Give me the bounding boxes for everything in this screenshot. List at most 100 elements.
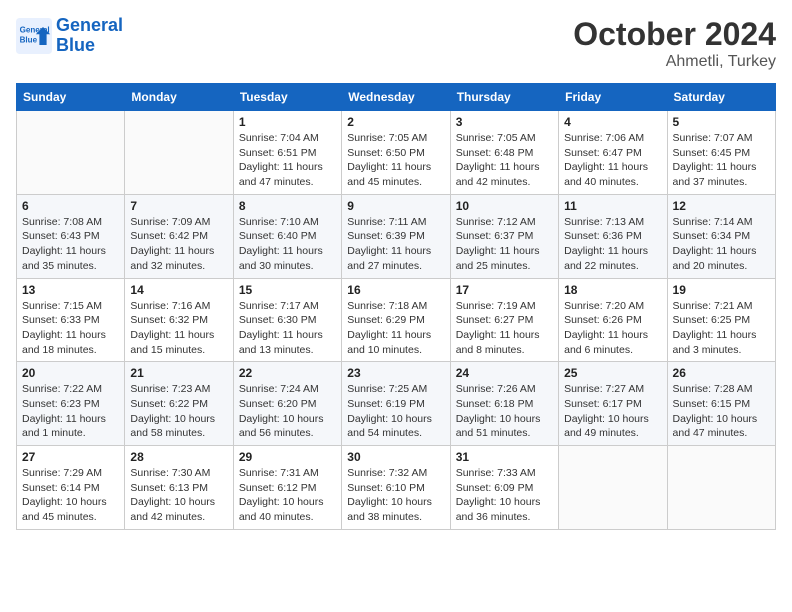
calendar-cell: 13 Sunrise: 7:15 AMSunset: 6:33 PMDayligh… — [17, 278, 125, 362]
weekday-header: Monday — [125, 84, 233, 111]
calendar-cell: 3 Sunrise: 7:05 AMSunset: 6:48 PMDaylight… — [450, 111, 558, 195]
day-number: 30 — [347, 450, 444, 464]
day-number: 1 — [239, 115, 336, 129]
day-number: 24 — [456, 366, 553, 380]
calendar-cell: 5 Sunrise: 7:07 AMSunset: 6:45 PMDaylight… — [667, 111, 775, 195]
calendar-cell: 8 Sunrise: 7:10 AMSunset: 6:40 PMDaylight… — [233, 194, 341, 278]
calendar-cell: 19 Sunrise: 7:21 AMSunset: 6:25 PMDayligh… — [667, 278, 775, 362]
day-number: 2 — [347, 115, 444, 129]
calendar-week-row: 6 Sunrise: 7:08 AMSunset: 6:43 PMDaylight… — [17, 194, 776, 278]
calendar-cell: 21 Sunrise: 7:23 AMSunset: 6:22 PMDayligh… — [125, 362, 233, 446]
day-detail: Sunrise: 7:27 AMSunset: 6:17 PMDaylight:… — [564, 382, 661, 441]
page-header: General Blue General Blue October 2024 A… — [16, 16, 776, 71]
day-detail: Sunrise: 7:08 AMSunset: 6:43 PMDaylight:… — [22, 215, 119, 274]
calendar-cell: 26 Sunrise: 7:28 AMSunset: 6:15 PMDayligh… — [667, 362, 775, 446]
calendar-cell: 30Sunrise: 7:32 AMSunset: 6:10 PMDayligh… — [342, 446, 450, 530]
day-detail: Sunrise: 7:09 AMSunset: 6:42 PMDaylight:… — [130, 215, 227, 274]
calendar-cell: 25Sunrise: 7:27 AMSunset: 6:17 PMDayligh… — [559, 362, 667, 446]
title-block: October 2024 Ahmetli, Turkey — [573, 16, 776, 71]
month-title: October 2024 — [573, 16, 776, 53]
calendar-cell: 28 Sunrise: 7:30 AMSunset: 6:13 PMDayligh… — [125, 446, 233, 530]
day-detail: Sunrise: 7:05 AMSunset: 6:48 PMDaylight:… — [456, 131, 553, 190]
day-detail: Sunrise: 7:24 AMSunset: 6:20 PMDaylight:… — [239, 382, 336, 441]
weekday-header: Tuesday — [233, 84, 341, 111]
calendar-cell: 16Sunrise: 7:18 AMSunset: 6:29 PMDayligh… — [342, 278, 450, 362]
logo: General Blue General Blue — [16, 16, 123, 56]
calendar-cell: 23 Sunrise: 7:25 AMSunset: 6:19 PMDayligh… — [342, 362, 450, 446]
calendar-cell: 6 Sunrise: 7:08 AMSunset: 6:43 PMDaylight… — [17, 194, 125, 278]
day-number: 4 — [564, 115, 661, 129]
day-number: 11 — [564, 199, 661, 213]
day-detail: Sunrise: 7:20 AMSunset: 6:26 PMDaylight:… — [564, 299, 661, 358]
day-detail: Sunrise: 7:31 AMSunset: 6:12 PMDaylight:… — [239, 466, 336, 525]
day-number: 28 — [130, 450, 227, 464]
day-number: 21 — [130, 366, 227, 380]
day-detail: Sunrise: 7:16 AMSunset: 6:32 PMDaylight:… — [130, 299, 227, 358]
day-detail: Sunrise: 7:17 AMSunset: 6:30 PMDaylight:… — [239, 299, 336, 358]
day-number: 27 — [22, 450, 119, 464]
day-number: 17 — [456, 283, 553, 297]
day-number: 15 — [239, 283, 336, 297]
weekday-header: Sunday — [17, 84, 125, 111]
day-detail: Sunrise: 7:13 AMSunset: 6:36 PMDaylight:… — [564, 215, 661, 274]
day-number: 29 — [239, 450, 336, 464]
day-detail: Sunrise: 7:07 AMSunset: 6:45 PMDaylight:… — [673, 131, 770, 190]
day-detail: Sunrise: 7:26 AMSunset: 6:18 PMDaylight:… — [456, 382, 553, 441]
weekday-header: Friday — [559, 84, 667, 111]
day-number: 3 — [456, 115, 553, 129]
calendar-week-row: 27Sunrise: 7:29 AMSunset: 6:14 PMDayligh… — [17, 446, 776, 530]
day-detail: Sunrise: 7:14 AMSunset: 6:34 PMDaylight:… — [673, 215, 770, 274]
calendar-week-row: 13 Sunrise: 7:15 AMSunset: 6:33 PMDayligh… — [17, 278, 776, 362]
day-detail: Sunrise: 7:25 AMSunset: 6:19 PMDaylight:… — [347, 382, 444, 441]
location: Ahmetli, Turkey — [573, 53, 776, 71]
day-detail: Sunrise: 7:33 AMSunset: 6:09 PMDaylight:… — [456, 466, 553, 525]
calendar-week-row: 20 Sunrise: 7:22 AMSunset: 6:23 PMDayligh… — [17, 362, 776, 446]
day-number: 19 — [673, 283, 770, 297]
calendar-cell: 2Sunrise: 7:05 AMSunset: 6:50 PMDaylight… — [342, 111, 450, 195]
day-number: 7 — [130, 199, 227, 213]
logo-icon: General Blue — [16, 18, 52, 54]
calendar-cell — [559, 446, 667, 530]
calendar-cell: 1 Sunrise: 7:04 AMSunset: 6:51 PMDaylight… — [233, 111, 341, 195]
day-detail: Sunrise: 7:19 AMSunset: 6:27 PMDaylight:… — [456, 299, 553, 358]
logo-blue: Blue — [56, 36, 123, 56]
day-number: 20 — [22, 366, 119, 380]
weekday-header: Thursday — [450, 84, 558, 111]
calendar-week-row: 1 Sunrise: 7:04 AMSunset: 6:51 PMDaylight… — [17, 111, 776, 195]
day-number: 13 — [22, 283, 119, 297]
weekday-header: Wednesday — [342, 84, 450, 111]
day-detail: Sunrise: 7:18 AMSunset: 6:29 PMDaylight:… — [347, 299, 444, 358]
calendar-cell: 11 Sunrise: 7:13 AMSunset: 6:36 PMDayligh… — [559, 194, 667, 278]
calendar-header-row: SundayMondayTuesdayWednesdayThursdayFrid… — [17, 84, 776, 111]
day-number: 18 — [564, 283, 661, 297]
calendar-cell: 4 Sunrise: 7:06 AMSunset: 6:47 PMDaylight… — [559, 111, 667, 195]
day-number: 26 — [673, 366, 770, 380]
day-number: 5 — [673, 115, 770, 129]
day-detail: Sunrise: 7:12 AMSunset: 6:37 PMDaylight:… — [456, 215, 553, 274]
day-detail: Sunrise: 7:22 AMSunset: 6:23 PMDaylight:… — [22, 382, 119, 441]
calendar-cell — [667, 446, 775, 530]
day-number: 23 — [347, 366, 444, 380]
day-detail: Sunrise: 7:04 AMSunset: 6:51 PMDaylight:… — [239, 131, 336, 190]
day-detail: Sunrise: 7:23 AMSunset: 6:22 PMDaylight:… — [130, 382, 227, 441]
day-detail: Sunrise: 7:15 AMSunset: 6:33 PMDaylight:… — [22, 299, 119, 358]
calendar-cell: 10 Sunrise: 7:12 AMSunset: 6:37 PMDayligh… — [450, 194, 558, 278]
calendar-cell: 18 Sunrise: 7:20 AMSunset: 6:26 PMDayligh… — [559, 278, 667, 362]
day-detail: Sunrise: 7:06 AMSunset: 6:47 PMDaylight:… — [564, 131, 661, 190]
calendar-cell: 17 Sunrise: 7:19 AMSunset: 6:27 PMDayligh… — [450, 278, 558, 362]
calendar-cell — [17, 111, 125, 195]
weekday-header: Saturday — [667, 84, 775, 111]
day-number: 12 — [673, 199, 770, 213]
day-number: 6 — [22, 199, 119, 213]
calendar-cell: 29 Sunrise: 7:31 AMSunset: 6:12 PMDayligh… — [233, 446, 341, 530]
day-detail: Sunrise: 7:28 AMSunset: 6:15 PMDaylight:… — [673, 382, 770, 441]
calendar-cell: 9Sunrise: 7:11 AMSunset: 6:39 PMDaylight… — [342, 194, 450, 278]
day-number: 8 — [239, 199, 336, 213]
day-detail: Sunrise: 7:10 AMSunset: 6:40 PMDaylight:… — [239, 215, 336, 274]
day-number: 22 — [239, 366, 336, 380]
day-number: 10 — [456, 199, 553, 213]
day-detail: Sunrise: 7:30 AMSunset: 6:13 PMDaylight:… — [130, 466, 227, 525]
calendar-cell: 7 Sunrise: 7:09 AMSunset: 6:42 PMDaylight… — [125, 194, 233, 278]
calendar-cell: 24 Sunrise: 7:26 AMSunset: 6:18 PMDayligh… — [450, 362, 558, 446]
day-detail: Sunrise: 7:21 AMSunset: 6:25 PMDaylight:… — [673, 299, 770, 358]
